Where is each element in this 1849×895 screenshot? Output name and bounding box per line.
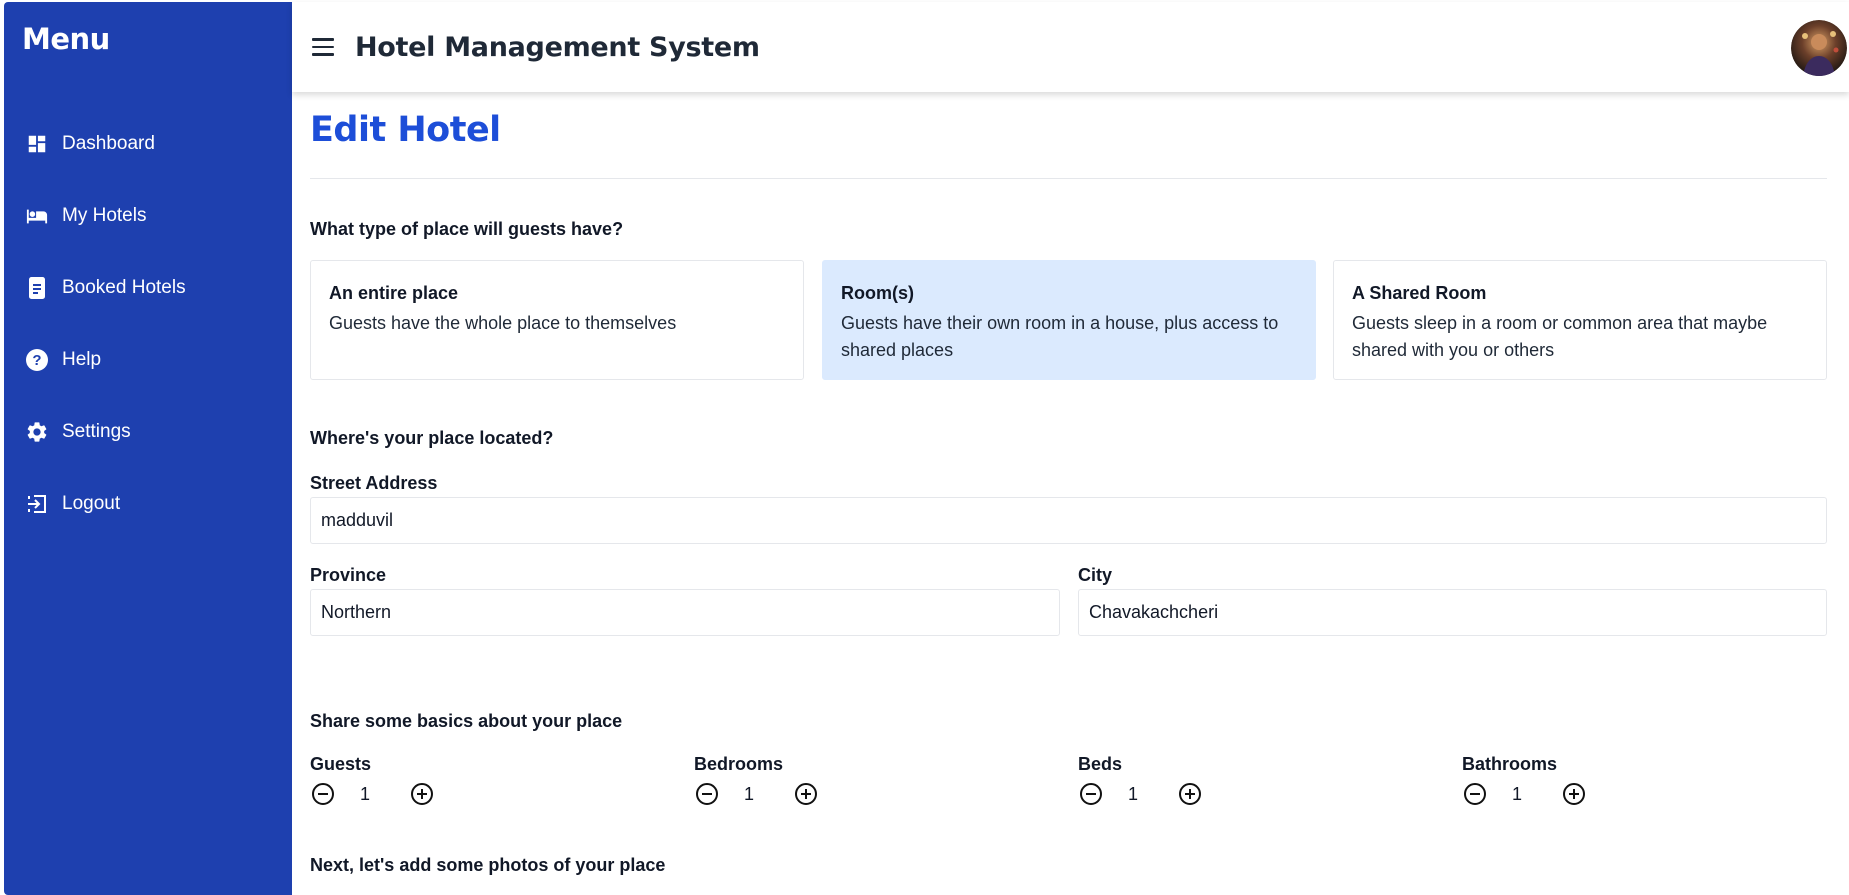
bathrooms-counter: Bathrooms 1 [1462,754,1762,807]
app-title: Hotel Management System [355,32,760,63]
option-description: Guests have the whole place to themselve… [329,313,677,333]
option-description: Guests sleep in a room or common area th… [1352,313,1768,360]
hamburger-icon[interactable] [312,38,336,56]
plus-circle-icon[interactable] [793,781,819,807]
svg-text:?: ? [32,352,41,369]
sidebar-item-label: Dashboard [62,133,155,154]
counter-label: Guests [310,754,372,774]
sidebar-item-booked-hotels[interactable]: Booked Hotels [4,252,292,324]
bedrooms-counter: Bedrooms 1 [694,754,994,807]
counter-value: 1 [1128,783,1139,804]
option-title: An entire place [329,283,459,303]
minus-circle-icon[interactable] [1078,781,1104,807]
counter-value: 1 [360,783,371,804]
sidebar-item-settings[interactable]: Settings [4,396,292,468]
logout-icon [24,491,50,517]
location-heading: Where's your place located? [310,428,554,448]
province-label: Province [310,565,387,585]
minus-circle-icon[interactable] [1462,781,1488,807]
plus-circle-icon[interactable] [1561,781,1587,807]
sidebar-item-label: My Hotels [62,205,147,226]
city-input[interactable] [1078,589,1827,636]
photos-heading: Next, let's add some photos of your plac… [310,855,666,875]
counter-label: Beds [1078,754,1123,774]
dashboard-icon [24,131,50,157]
counter-label: Bedrooms [694,754,784,774]
counter-label: Bathrooms [1462,754,1558,774]
plus-circle-icon[interactable] [1177,781,1203,807]
beds-counter: Beds 1 [1078,754,1378,807]
sidebar-item-label: Booked Hotels [62,277,186,298]
city-label: City [1078,565,1113,585]
basics-heading: Share some basics about your place [310,711,623,731]
place-type-heading: What type of place will guests have? [310,219,624,239]
street-address-label: Street Address [310,473,438,493]
minus-circle-icon[interactable] [694,781,720,807]
sidebar-item-logout[interactable]: Logout [4,468,292,540]
option-description: Guests have their own room in a house, p… [841,313,1279,360]
option-title: Room(s) [841,283,914,303]
sidebar-item-label: Logout [62,493,121,514]
divider [310,178,1827,179]
gear-icon [24,419,50,445]
top-header: Hotel Management System [292,2,1849,92]
sidebar-nav: Dashboard My Hotels Booked Hotels ? Help… [4,108,292,540]
place-type-option-shared[interactable]: A Shared Room Guests sleep in a room or … [1333,260,1827,380]
option-title: A Shared Room [1352,283,1487,303]
counter-value: 1 [1512,783,1523,804]
sidebar-item-label: Settings [62,421,131,442]
place-type-option-rooms[interactable]: Room(s) Guests have their own room in a … [822,260,1316,380]
help-icon: ? [24,347,50,373]
booking-icon [24,275,50,301]
minus-circle-icon[interactable] [310,781,336,807]
page-title: Edit Hotel [310,110,501,150]
province-input[interactable] [310,589,1060,636]
sidebar-title: Menu [22,22,110,56]
bed-icon [24,203,50,229]
sidebar: Menu Dashboard My Hotels Booked Hotels ?… [4,2,292,895]
sidebar-item-dashboard[interactable]: Dashboard [4,108,292,180]
plus-circle-icon[interactable] [409,781,435,807]
sidebar-item-my-hotels[interactable]: My Hotels [4,180,292,252]
sidebar-item-help[interactable]: ? Help [4,324,292,396]
guests-counter: Guests 1 [310,754,610,807]
street-address-input[interactable] [310,497,1827,544]
avatar[interactable] [1791,20,1847,76]
counter-value: 1 [744,783,755,804]
sidebar-item-label: Help [62,349,102,370]
place-type-option-entire[interactable]: An entire place Guests have the whole pl… [310,260,804,380]
